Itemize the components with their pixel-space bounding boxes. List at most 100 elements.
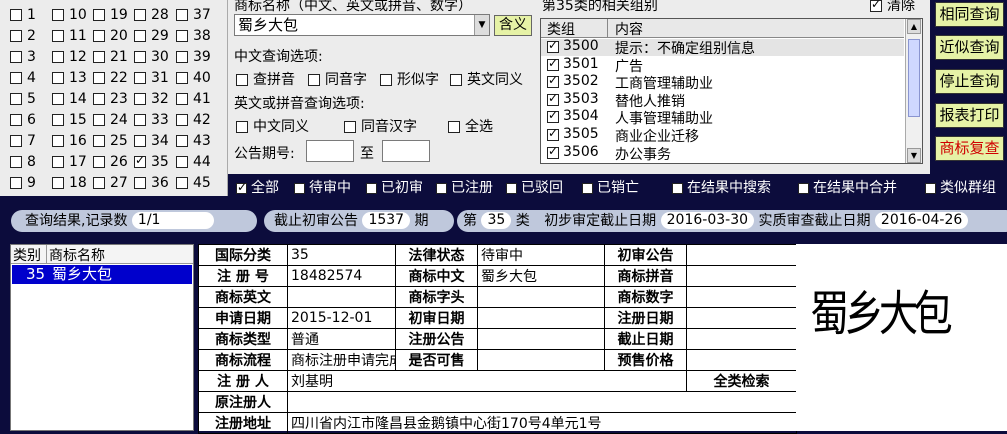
checkbox-icon[interactable] — [547, 108, 559, 124]
class-checkbox-25[interactable]: 25 — [93, 133, 128, 149]
class-checkbox-10[interactable]: 10 — [52, 7, 87, 23]
checkbox-icon[interactable] — [93, 72, 105, 84]
checkbox-icon[interactable] — [93, 51, 105, 63]
checkbox-icon[interactable] — [52, 156, 64, 168]
en-option-select-all[interactable]: 全选 — [448, 116, 493, 136]
class-checkbox-5[interactable]: 5 — [10, 91, 36, 107]
class-checkbox-16[interactable]: 16 — [52, 133, 87, 149]
same-query-button[interactable]: 相同查询 — [935, 2, 1004, 27]
checkbox-icon[interactable] — [547, 91, 559, 106]
checkbox-icon[interactable] — [547, 144, 559, 159]
class-checkbox-36[interactable]: 36 — [134, 175, 169, 191]
class-checkbox-41[interactable]: 41 — [176, 91, 211, 107]
class-checkbox-28[interactable]: 28 — [134, 7, 169, 23]
filter-merge-in-results[interactable]: 在结果中合并 — [798, 177, 897, 197]
class-checkbox-13[interactable]: 13 — [52, 70, 87, 86]
class-checkbox-38[interactable]: 38 — [176, 28, 211, 44]
checkbox-icon[interactable] — [52, 93, 64, 105]
checkbox-icon[interactable] — [52, 9, 64, 21]
filter-cancelled[interactable]: 已销亡 — [582, 177, 639, 197]
checkbox-icon[interactable] — [134, 72, 146, 84]
period-from-input[interactable] — [306, 140, 354, 162]
cn-option-english[interactable]: 英文同义 — [450, 69, 523, 89]
class-checkbox-45[interactable]: 45 — [176, 175, 211, 191]
checkbox-icon[interactable] — [93, 9, 105, 21]
checkbox-icon[interactable] — [134, 135, 146, 147]
meaning-button[interactable]: 含义 — [494, 15, 532, 36]
list-item[interactable]: 3503替他人推销 — [541, 91, 904, 110]
checkbox-icon[interactable] — [176, 9, 188, 21]
checkbox-icon[interactable] — [176, 51, 188, 63]
class-checkbox-21[interactable]: 21 — [93, 49, 128, 65]
dropdown-arrow-icon[interactable]: ▼ — [474, 15, 489, 35]
checkbox-icon[interactable] — [134, 51, 146, 63]
cn-option-pinyin[interactable]: 查拼音 — [236, 69, 295, 89]
checkbox-icon[interactable] — [176, 114, 188, 126]
clear-checkbox[interactable]: 清除 — [870, 0, 915, 15]
checkbox-icon[interactable] — [547, 73, 559, 89]
checkbox-icon[interactable] — [176, 30, 188, 42]
class-checkbox-31[interactable]: 31 — [134, 70, 169, 86]
group-list-scrollbar[interactable]: ▲ ▼ — [905, 19, 922, 163]
checkbox-icon[interactable] — [52, 30, 64, 42]
class-checkbox-32[interactable]: 32 — [134, 91, 169, 107]
checkbox-icon[interactable] — [10, 156, 22, 168]
class-checkbox-23[interactable]: 23 — [93, 91, 128, 107]
checkbox-icon[interactable] — [547, 56, 559, 71]
class-checkbox-3[interactable]: 3 — [10, 49, 36, 65]
checkbox-icon[interactable] — [547, 126, 559, 141]
filter-prelim[interactable]: 已初审 — [366, 177, 423, 197]
checkbox-icon[interactable] — [93, 114, 105, 126]
scroll-down-icon[interactable]: ▼ — [907, 148, 921, 163]
checkbox-icon[interactable] — [93, 177, 105, 189]
class-checkbox-12[interactable]: 12 — [52, 49, 87, 65]
class-checkbox-19[interactable]: 19 — [93, 7, 128, 23]
checkbox-icon[interactable] — [176, 156, 188, 168]
checkbox-icon[interactable] — [52, 177, 64, 189]
class-checkbox-27[interactable]: 27 — [93, 175, 128, 191]
class-checkbox-22[interactable]: 22 — [93, 70, 128, 86]
checkbox-icon[interactable] — [10, 72, 22, 84]
checkbox-icon[interactable] — [134, 30, 146, 42]
checkbox-icon[interactable] — [10, 30, 22, 42]
checkbox-icon[interactable] — [134, 93, 146, 105]
filter-similar-group[interactable]: 类似群组 — [925, 177, 996, 197]
filter-all[interactable]: 全部 — [236, 177, 279, 197]
class-checkbox-34[interactable]: 34 — [134, 133, 169, 149]
class-checkbox-39[interactable]: 39 — [176, 49, 211, 65]
class-checkbox-6[interactable]: 6 — [10, 112, 36, 128]
en-option-chinese[interactable]: 中文同义 — [236, 116, 309, 136]
period-to-input[interactable] — [382, 140, 430, 162]
checkbox-icon[interactable] — [176, 93, 188, 105]
checkbox-icon[interactable] — [134, 114, 146, 126]
stop-query-button[interactable]: 停止查询 — [935, 69, 1004, 94]
filter-rejected[interactable]: 已驳回 — [506, 177, 563, 197]
checkbox-icon[interactable] — [93, 135, 105, 147]
checkbox-icon[interactable] — [10, 114, 22, 126]
checkbox-icon[interactable] — [52, 72, 64, 84]
class-checkbox-15[interactable]: 15 — [52, 112, 87, 128]
checkbox-icon[interactable] — [93, 156, 105, 168]
class-checkbox-1[interactable]: 1 — [10, 7, 36, 23]
en-option-homophone-hanzi[interactable]: 同音汉字 — [344, 116, 417, 136]
similar-query-button[interactable]: 近似查询 — [935, 35, 1004, 60]
name-input[interactable]: 蜀乡大包 ▼ — [234, 14, 490, 36]
review-button[interactable]: 商标复查 — [935, 136, 1004, 161]
list-item[interactable]: 3502工商管理辅助业 — [541, 73, 904, 92]
list-item[interactable]: 3506 办公事务 — [541, 144, 904, 163]
cn-option-homophone[interactable]: 同音字 — [308, 69, 367, 89]
list-item[interactable]: 3505商业企业迁移 — [541, 126, 904, 145]
class-checkbox-44[interactable]: 44 — [176, 154, 211, 170]
checkbox-icon[interactable] — [134, 177, 146, 189]
class-checkbox-14[interactable]: 14 — [52, 91, 87, 107]
checkbox-icon[interactable] — [10, 177, 22, 189]
checkbox-icon[interactable] — [10, 135, 22, 147]
scroll-up-icon[interactable]: ▲ — [907, 19, 921, 34]
list-item[interactable]: 3504人事管理辅助业 — [541, 108, 904, 127]
checkbox-icon[interactable] — [52, 114, 64, 126]
checkbox-icon[interactable] — [93, 93, 105, 105]
class-checkbox-8[interactable]: 8 — [10, 154, 36, 170]
filter-search-in-results[interactable]: 在结果中搜索 — [672, 177, 771, 197]
class-checkbox-29[interactable]: 29 — [134, 28, 169, 44]
class-checkbox-37[interactable]: 37 — [176, 7, 211, 23]
